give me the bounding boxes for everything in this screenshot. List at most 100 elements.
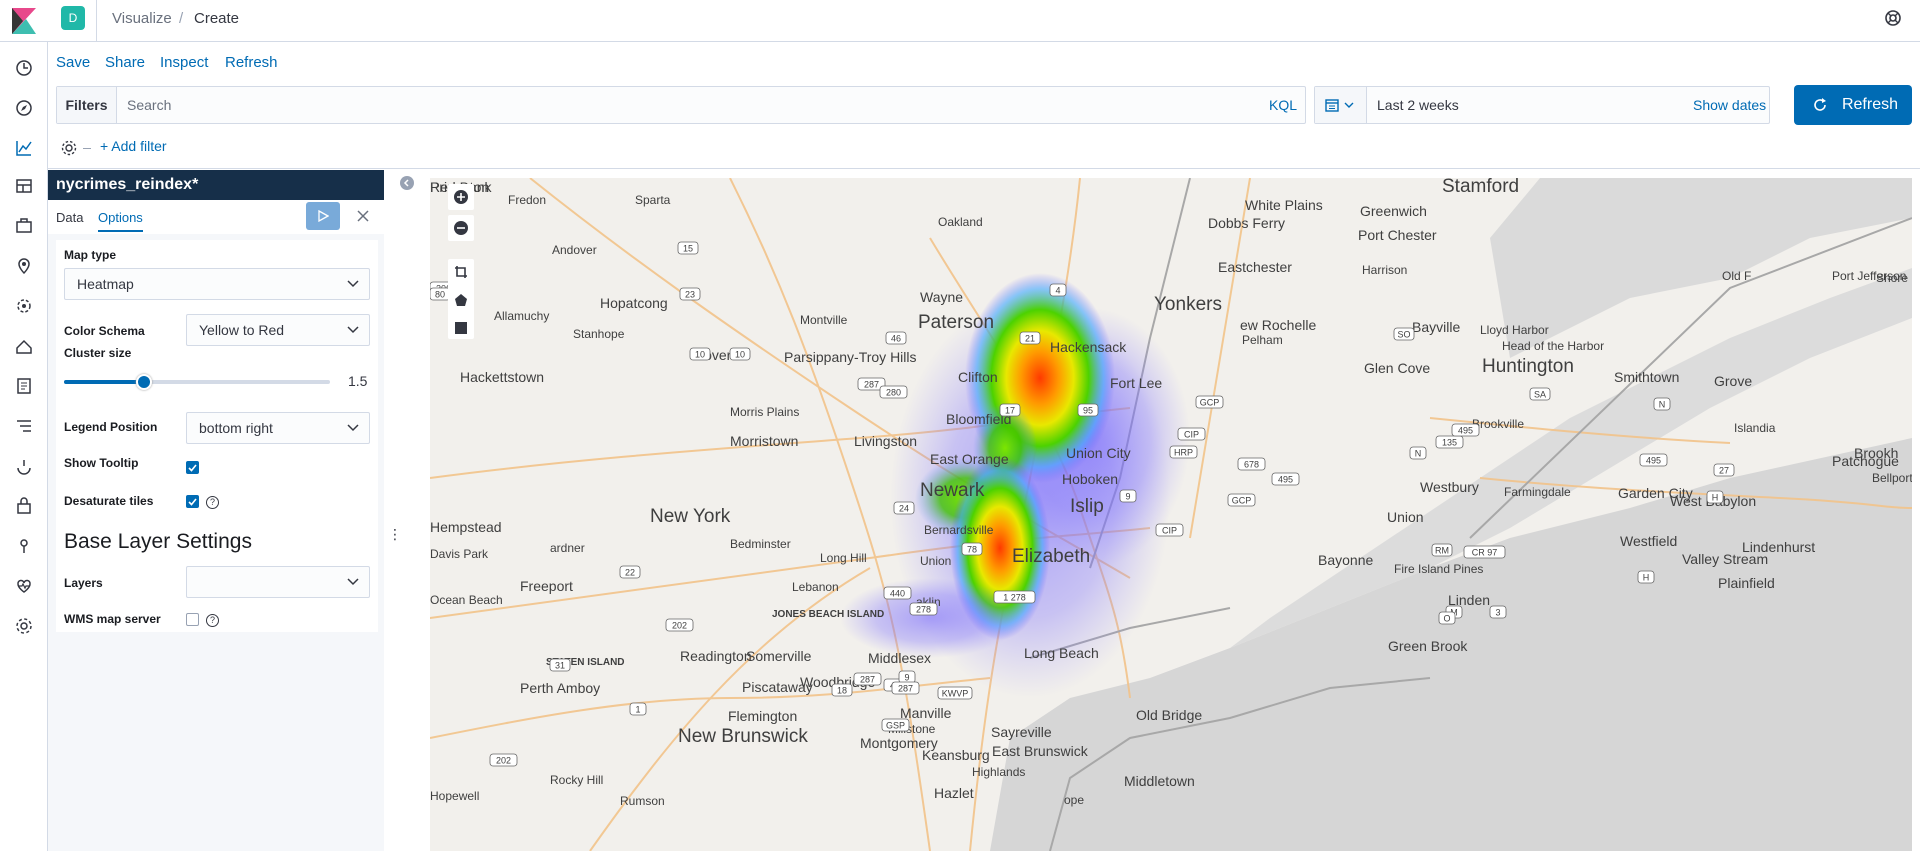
route-shield: 31: [549, 658, 571, 672]
route-shield: 3: [1489, 605, 1507, 619]
map-label: Piscataway: [742, 679, 813, 695]
map-container[interactable]: Stamford Fredon Sparta White Plains Greenwic…: [430, 178, 1912, 851]
route-shield: HRP: [1169, 445, 1198, 459]
desaturate-tiles-checkbox[interactable]: [186, 495, 199, 508]
svg-text:3: 3: [1495, 608, 1500, 618]
options-panel: Map type Heatmap Color Schema Yellow to …: [56, 240, 378, 632]
map-label: Bayonne: [1318, 552, 1373, 568]
route-shield: N: [1653, 397, 1671, 411]
route-shield: 22: [619, 565, 641, 579]
route-shield: H: [1706, 490, 1724, 504]
svg-text:24: 24: [899, 504, 909, 514]
chevron-down-icon: [347, 280, 359, 288]
route-shield: 202: [489, 753, 518, 767]
map-type-select[interactable]: Heatmap: [64, 268, 370, 300]
route-shield: CIP: [1155, 523, 1184, 537]
tab-data[interactable]: Data: [56, 210, 83, 225]
uptime-icon[interactable]: [14, 456, 34, 476]
map-label: Livingston: [854, 433, 917, 449]
svg-text:KWVP: KWVP: [942, 689, 969, 699]
siem-icon[interactable]: [14, 496, 34, 516]
ml-icon[interactable]: [14, 296, 34, 316]
plus-icon: [454, 190, 468, 204]
color-schema-label: Color Schema: [64, 324, 145, 338]
zoom-out-button[interactable]: [448, 215, 474, 241]
route-shield: 10: [729, 347, 751, 361]
route-shield: 1: [629, 702, 647, 716]
breadcrumb-visualize[interactable]: Visualize: [112, 10, 172, 27]
chevron-down-icon: [347, 424, 359, 432]
map-label: Davis Park: [430, 547, 489, 561]
map-label: Huntington: [1482, 356, 1574, 377]
polygon-icon[interactable]: [454, 293, 468, 307]
refresh-link[interactable]: Refresh: [225, 54, 278, 71]
color-schema-select[interactable]: Yellow to Red: [186, 314, 370, 346]
infrastructure-icon[interactable]: [14, 336, 34, 356]
route-shield: SO: [1393, 327, 1415, 341]
help-icon[interactable]: [1884, 9, 1902, 27]
map-label: White Plains: [1245, 197, 1323, 213]
save-link[interactable]: Save: [56, 54, 90, 71]
wms-map-server-checkbox[interactable]: [186, 613, 199, 626]
canvas-icon[interactable]: [14, 216, 34, 236]
legend-position-select[interactable]: bottom right: [186, 412, 370, 444]
sidebar-resize-handle[interactable]: ⋮: [388, 526, 402, 543]
map-label: Old Bridge: [1136, 707, 1202, 723]
quick-date-menu[interactable]: [1315, 87, 1367, 123]
svg-text:CR 97: CR 97: [1472, 548, 1498, 558]
dashboard-icon[interactable]: [14, 176, 34, 196]
search-input[interactable]: [125, 87, 1225, 123]
show-dates-link[interactable]: Show dates: [1693, 97, 1766, 113]
management-icon[interactable]: [14, 616, 34, 636]
apply-changes-button[interactable]: [306, 202, 340, 230]
rectangle-icon[interactable]: [454, 321, 468, 335]
add-filter-link[interactable]: + Add filter: [100, 138, 167, 154]
share-link[interactable]: Share: [105, 54, 145, 71]
close-icon[interactable]: [354, 207, 372, 225]
map-label: Brookville: [1472, 417, 1524, 431]
map-label: Long Hill: [820, 551, 867, 565]
index-pattern-title: nycrimes_reindex*: [48, 170, 384, 200]
maps-icon[interactable]: [14, 256, 34, 276]
breadcrumb-separator: /: [179, 10, 184, 27]
map-label: JONES BEACH ISLAND: [772, 609, 884, 620]
check-icon: [188, 464, 197, 472]
map-label: Bayville: [1412, 319, 1460, 335]
help-question-icon[interactable]: ?: [206, 496, 219, 509]
cluster-size-slider[interactable]: [135, 374, 152, 390]
monitoring-icon[interactable]: [14, 576, 34, 596]
devtools-icon[interactable]: [14, 536, 34, 556]
svg-text:SO: SO: [1397, 330, 1410, 340]
map-tiles[interactable]: Stamford Fredon Sparta White Plains Greenwic…: [430, 178, 1912, 851]
collapse-sidebar-button[interactable]: [400, 176, 414, 190]
help-question-icon[interactable]: ?: [206, 614, 219, 627]
date-range-text[interactable]: Last 2 weeks: [1377, 97, 1459, 113]
svg-text:SA: SA: [1534, 390, 1546, 400]
zoom-in-button[interactable]: [448, 184, 474, 210]
kibana-logo-icon[interactable]: [12, 8, 36, 34]
refresh-button[interactable]: Refresh: [1794, 85, 1912, 125]
space-avatar[interactable]: D: [61, 6, 85, 30]
cluster-size-value[interactable]: 1.5: [348, 373, 367, 389]
crop-icon[interactable]: [454, 265, 468, 279]
visualize-icon[interactable]: [14, 138, 34, 158]
show-tooltip-checkbox[interactable]: [186, 461, 199, 474]
layers-select[interactable]: [186, 566, 370, 598]
map-label: Paterson: [918, 312, 994, 333]
logs-icon[interactable]: [14, 376, 34, 396]
clock-icon[interactable]: [14, 58, 34, 78]
svg-text:440: 440: [890, 589, 905, 599]
svg-text:495: 495: [1458, 426, 1473, 436]
inspect-link[interactable]: Inspect: [160, 54, 208, 71]
map-label: Parsippany-Troy Hills: [784, 349, 917, 365]
map-label: Union: [920, 554, 951, 568]
map-type-label: Map type: [64, 248, 117, 262]
tab-options[interactable]: Options: [98, 210, 143, 232]
top-header: D Visualize / Create: [0, 0, 1920, 42]
gear-icon[interactable]: [61, 140, 77, 156]
compass-icon[interactable]: [14, 98, 34, 118]
map-label: Clifton: [958, 369, 998, 385]
apm-icon[interactable]: [14, 416, 34, 436]
wms-map-server-label: WMS map server: [64, 612, 161, 626]
kql-toggle[interactable]: KQL: [1269, 97, 1297, 113]
